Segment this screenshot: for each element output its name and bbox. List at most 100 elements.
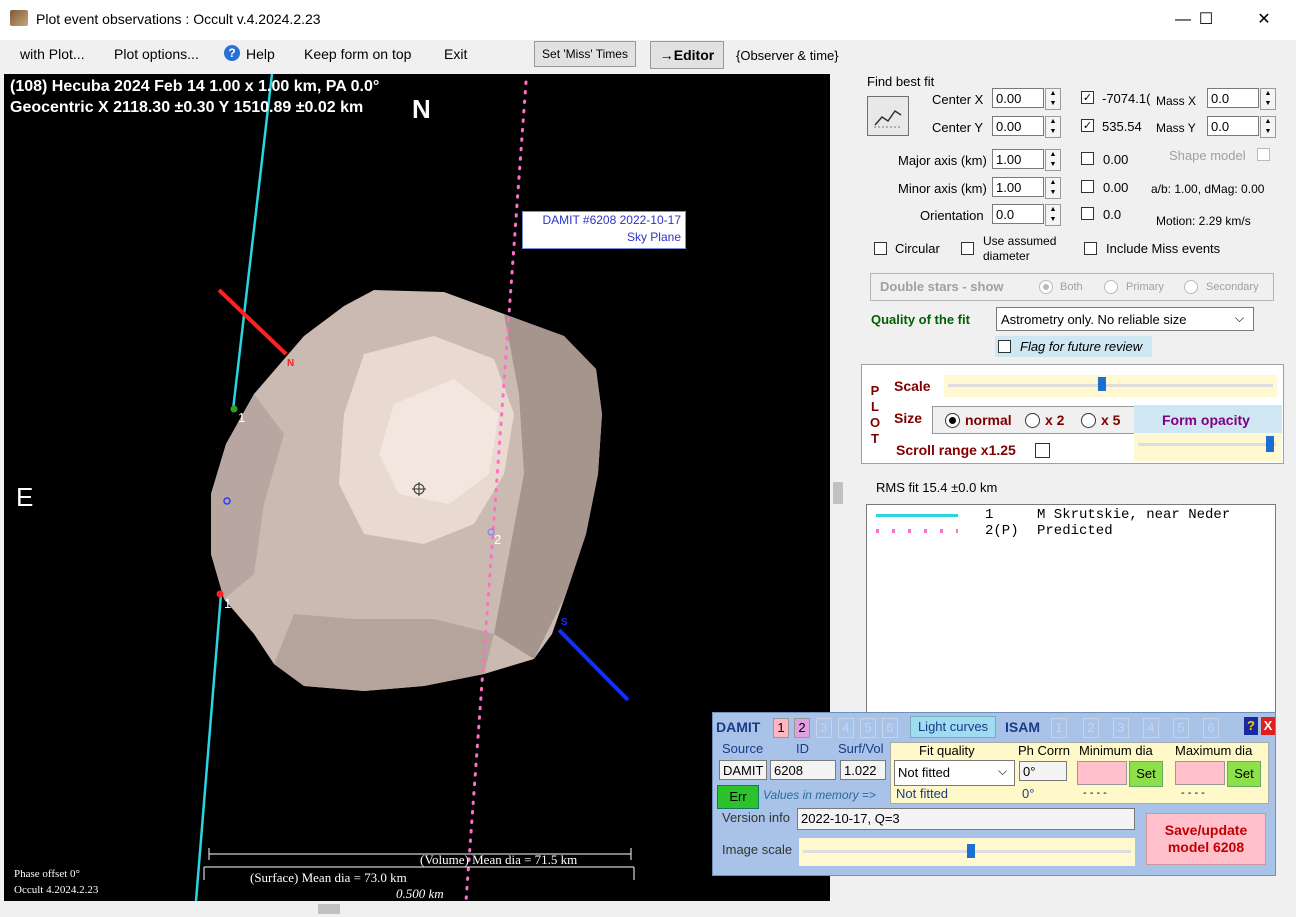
plot-canvas[interactable]: (108) Hecuba 2024 Feb 14 1.00 x 1.00 km,… — [4, 74, 830, 901]
min-dia-field[interactable] — [1077, 761, 1127, 785]
center-x-spinner[interactable]: ▲ ▼ — [1045, 88, 1061, 110]
orientation-spinner[interactable]: ▲ ▼ — [1045, 204, 1061, 226]
menu-plot-options[interactable]: Plot options... — [114, 46, 199, 62]
plot-letter-t: T — [871, 431, 879, 446]
err-button[interactable]: Err — [717, 785, 759, 809]
major-axis-input[interactable]: 1.00 — [992, 149, 1044, 169]
minor-axis-checkbox[interactable] — [1081, 180, 1094, 193]
menu-help[interactable]: Help — [246, 46, 275, 62]
find-best-fit-button[interactable] — [867, 96, 909, 136]
scale-slider-thumb[interactable] — [1098, 377, 1106, 391]
menu-exit[interactable]: Exit — [444, 46, 467, 62]
min-dia-set-button[interactable]: Set — [1129, 761, 1163, 787]
center-x-checkbox[interactable]: ✓ — [1081, 91, 1094, 104]
double-stars-label: Double stars - show — [880, 279, 1004, 294]
damit-model-2[interactable]: 2 — [794, 718, 810, 738]
isam-model-6[interactable]: 6 — [1203, 718, 1219, 738]
plot-horizontal-scrollbar[interactable] — [4, 901, 830, 917]
close-window-button[interactable]: ✕ — [1241, 0, 1287, 40]
surf-vol-field[interactable]: 1.022 — [840, 760, 886, 780]
minor-axis-input[interactable]: 1.00 — [992, 177, 1044, 197]
quality-fit-dropdown[interactable]: Astrometry only. No reliable size ⌵ — [996, 307, 1254, 331]
circular-checkbox[interactable] — [874, 242, 887, 255]
center-y-input[interactable]: 0.00 — [992, 116, 1044, 136]
center-x-input[interactable]: 0.00 — [992, 88, 1044, 108]
form-opacity-box: Form opacity — [1134, 405, 1282, 433]
both-radio[interactable] — [1039, 280, 1053, 294]
scale-label: Scale — [894, 378, 931, 394]
image-scale-slider[interactable] — [799, 838, 1135, 866]
observer-time-label[interactable]: {Observer & time} — [736, 48, 839, 63]
flag-review-checkbox[interactable] — [998, 340, 1011, 353]
form-opacity-thumb[interactable] — [1266, 436, 1274, 452]
orientation-input[interactable]: 0.0 — [992, 204, 1044, 224]
ab-dmag-label: a/b: 1.00, dMag: 0.00 — [1151, 182, 1265, 196]
menu-with-plot[interactable]: with Plot... — [20, 46, 85, 62]
plot-letter-o: O — [870, 415, 881, 430]
damit-info-line2: Sky Plane — [626, 230, 681, 244]
max-dia-label: Maximum dia — [1175, 743, 1253, 758]
horizontal-scroll-thumb[interactable] — [318, 904, 340, 914]
image-scale-thumb[interactable] — [967, 844, 975, 858]
menu-keep-on-top[interactable]: Keep form on top — [304, 46, 411, 62]
include-miss-checkbox[interactable] — [1084, 242, 1097, 255]
center-y-spinner[interactable]: ▲ ▼ — [1045, 116, 1061, 138]
source-field[interactable]: DAMIT — [719, 760, 767, 780]
max-dia-set-button[interactable]: Set — [1227, 761, 1261, 787]
minor-axis-spinner[interactable]: ▲ ▼ — [1045, 177, 1061, 199]
damit-model-1[interactable]: 1 — [773, 718, 789, 738]
primary-radio[interactable] — [1104, 280, 1118, 294]
damit-model-4[interactable]: 4 — [838, 718, 854, 738]
damit-close-icon[interactable]: X — [1261, 717, 1275, 735]
size-normal-radio[interactable] — [945, 413, 960, 428]
major-axis-checkbox[interactable] — [1081, 152, 1094, 165]
set-miss-times-button[interactable]: Set 'Miss' Times — [534, 41, 636, 67]
damit-model-3[interactable]: 3 — [816, 718, 832, 738]
size-x5-radio[interactable] — [1081, 413, 1096, 428]
mass-y-input[interactable]: 0.0 — [1207, 116, 1259, 136]
major-axis-spinner[interactable]: ▲ ▼ — [1045, 149, 1061, 171]
light-curves-button[interactable]: Light curves — [910, 716, 996, 738]
observer-legend-list[interactable]: 1 M Skrutskie, near Neder 2(P) Predicted — [866, 504, 1276, 716]
id-label: ID — [796, 741, 809, 756]
maximize-button[interactable]: ☐ — [1183, 0, 1229, 40]
center-y-checkbox[interactable]: ✓ — [1081, 119, 1094, 132]
both-label: Both — [1060, 281, 1083, 293]
damit-model-6[interactable]: 6 — [882, 718, 898, 738]
mass-x-spinner[interactable]: ▲ ▼ — [1260, 88, 1276, 110]
help-icon[interactable]: ? — [224, 45, 240, 61]
isam-model-2[interactable]: 2 — [1083, 718, 1099, 738]
save-update-model-button[interactable]: Save/update model 6208 — [1146, 813, 1266, 865]
form-opacity-slider[interactable] — [1134, 433, 1282, 461]
south-pole-line — [557, 628, 630, 702]
use-assumed-checkbox[interactable] — [961, 242, 974, 255]
orientation-checkbox[interactable] — [1081, 207, 1094, 220]
flag-review-box: Flag for future review — [995, 336, 1152, 357]
east-label: E — [16, 482, 34, 512]
secondary-radio[interactable] — [1184, 280, 1198, 294]
mass-x-input[interactable]: 0.0 — [1207, 88, 1259, 108]
version-info-field[interactable]: 2022-10-17, Q=3 — [797, 808, 1135, 830]
shape-model-checkbox[interactable] — [1257, 148, 1270, 161]
fit-quality-dropdown[interactable]: Not fitted ⌵ — [894, 760, 1015, 786]
plot-version-label: Occult 4.2024.2.23 — [14, 884, 99, 896]
isam-model-5[interactable]: 5 — [1173, 718, 1189, 738]
best-fit-chart-icon — [874, 109, 902, 128]
plot-letter-l: L — [871, 399, 879, 414]
damit-help-icon[interactable]: ? — [1244, 717, 1258, 735]
editor-button[interactable]: →Editor — [650, 41, 724, 69]
scroll-range-checkbox[interactable] — [1035, 443, 1050, 458]
scale-slider[interactable] — [944, 375, 1277, 397]
mass-y-spinner[interactable]: ▲ ▼ — [1260, 116, 1276, 138]
legend-item-2-name: Predicted — [1037, 523, 1113, 539]
isam-model-3[interactable]: 3 — [1113, 718, 1129, 738]
model-id-field[interactable]: 6208 — [770, 760, 836, 780]
x-fit-value: -7074.1( — [1102, 91, 1151, 106]
size-x2-radio[interactable] — [1025, 413, 1040, 428]
damit-model-5[interactable]: 5 — [860, 718, 876, 738]
ph-corrn-field[interactable]: 0° — [1019, 761, 1067, 781]
isam-model-4[interactable]: 4 — [1143, 718, 1159, 738]
max-dia-field[interactable] — [1175, 761, 1225, 785]
vertical-scroll-thumb[interactable] — [833, 482, 843, 504]
isam-model-1[interactable]: 1 — [1051, 718, 1067, 738]
